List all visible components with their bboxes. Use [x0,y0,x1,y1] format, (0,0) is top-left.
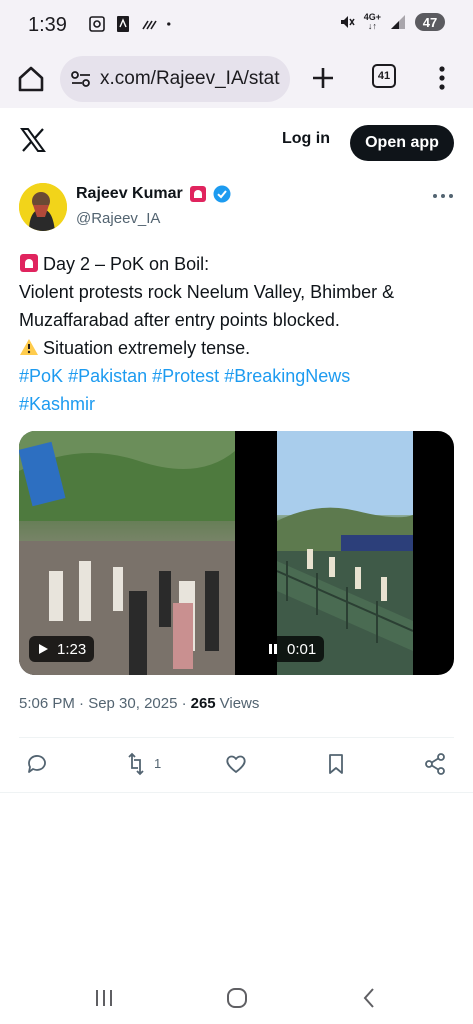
tweet-line-4: Situation extremely tense. [19,334,459,362]
video-duration-1: 1:23 [57,640,87,658]
more-horiz-icon[interactable] [432,192,454,200]
battery-indicator: 47 [415,13,445,31]
author-name-row: Rajeev Kumar [76,185,231,203]
like-icon[interactable] [224,752,248,776]
video-duration-badge-2: 0:01 [259,636,325,662]
video-duration-badge-1: 1:23 [29,636,95,662]
views-label: Views [219,695,260,712]
avatar[interactable] [19,183,67,231]
status-bar: 1:39 4G+ ↓↑ 47 [0,0,473,52]
network-type: 4G+ ↓↑ [363,12,381,31]
pdf-icon [117,16,129,32]
hashtag-link[interactable]: #BreakingNews [224,366,350,386]
tweet-timestamp[interactable]: 5:06 PM · Sep 30, 2025 · [19,695,187,712]
siren-icon [189,186,206,202]
tab-switcher-button[interactable]: 41 [372,64,396,88]
views-count: 265 [190,695,216,712]
tweet-line-4-text: Situation extremely tense. [43,338,251,358]
hashtags-line-2: #Kashmir [19,390,459,418]
url-text[interactable]: x.com/Rajeev_IA/stat [100,68,280,90]
warning-emoji-icon [20,339,38,355]
video-thumbnail-1[interactable]: 1:23 [19,431,235,675]
author-handle[interactable]: @Rajeev_IA [76,210,160,227]
dot-icon [167,22,171,26]
reply-icon[interactable] [25,752,49,776]
browser-toolbar: x.com/Rajeev_IA/stat 41 [0,52,473,108]
more-vert-icon[interactable] [432,63,452,93]
tweet-line-2: Violent protests rock Neelum Valley, Bhi… [19,282,395,302]
media-grid: 1:23 0:01 [19,431,454,675]
recents-icon[interactable] [92,986,116,1010]
status-time: 1:39 [28,14,67,36]
avatar-image [19,183,67,231]
author-name[interactable]: Rajeev Kumar [76,185,183,203]
pause-icon[interactable] [267,643,279,655]
status-right-icons: 4G+ ↓↑ 47 [338,13,445,31]
tweet-line-1-text: Day 2 – PoK on Boil: [43,254,210,274]
verified-badge-icon [213,185,231,203]
tweet-meta: 5:06 PM · Sep 30, 2025 · 265 Views [19,695,259,712]
tweet-line-1: Day 2 – PoK on Boil: [19,250,459,278]
section-divider [0,792,473,793]
tweet-text: Day 2 – PoK on Boil: Violent protests ro… [19,250,459,418]
back-icon[interactable] [358,986,382,1010]
retweet-count: 1 [154,756,162,771]
hashtags-line-1: #PoK #Pakistan #Protest #BreakingNews [19,362,459,390]
hashtag-link[interactable]: #Protest [152,366,219,386]
tweet-actions: 1 [0,748,473,782]
video-duration-2: 0:01 [287,640,317,658]
address-bar[interactable]: x.com/Rajeev_IA/stat [60,56,290,102]
divider [19,737,454,738]
share-icon[interactable] [423,752,447,776]
hashtag-link[interactable]: #Pakistan [68,366,147,386]
screenshot-icon [89,16,105,32]
hashtag-link[interactable]: #PoK [19,366,63,386]
home-nav-icon[interactable] [225,986,249,1010]
play-icon [39,644,48,654]
hashtag-link[interactable]: #Kashmir [19,394,95,414]
signal-weak-icon [142,20,157,30]
bookmark-icon[interactable] [324,752,348,776]
new-tab-icon[interactable] [308,63,338,93]
x-logo-icon[interactable] [20,128,46,152]
home-icon[interactable] [16,64,46,94]
retweet-icon[interactable] [124,752,148,776]
site-settings-icon[interactable] [70,69,92,89]
mute-icon [340,16,355,28]
x-header: Log in Open app [0,108,473,172]
system-nav-bar [0,972,473,1024]
cell-signal-icon [391,15,405,29]
open-app-button[interactable]: Open app [350,125,454,161]
login-link[interactable]: Log in [282,130,330,148]
status-left-icons [88,15,176,33]
tweet-line-3: Muzaffarabad after entry points blocked. [19,310,340,330]
network-label: 4G+ [363,12,381,22]
siren-emoji-icon [20,254,38,272]
